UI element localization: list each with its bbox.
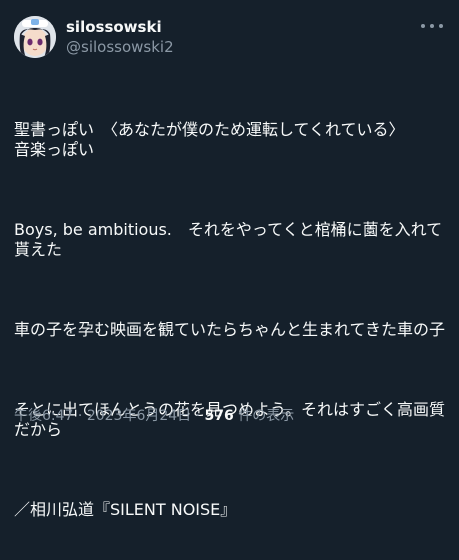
view-count: 576 bbox=[204, 408, 234, 424]
avatar-icon bbox=[14, 16, 56, 58]
author-display-name[interactable]: silossowski bbox=[66, 18, 174, 36]
tweet-time: 午後6:47 bbox=[14, 408, 74, 424]
tweet-date: 2023年6月24日 bbox=[86, 408, 192, 424]
more-dots-icon bbox=[421, 24, 425, 28]
tweet-meta: 午後6:47 · 2023年6月24日 · 576 件の表示 bbox=[14, 405, 294, 425]
view-label: 件の表示 bbox=[233, 408, 295, 424]
tweet: silossowski @silossowski2 聖書っぽい 〈あなたが僕のた… bbox=[0, 0, 459, 519]
more-dots-icon bbox=[439, 24, 443, 28]
separator: · bbox=[191, 408, 205, 424]
tweet-paragraph: Boys, be ambitious. それをやってくと棺桶に薗を入れて貰えた bbox=[14, 220, 443, 259]
tweet-header: silossowski @silossowski2 bbox=[14, 14, 445, 60]
more-options-button[interactable] bbox=[421, 18, 443, 34]
tweet-paragraph: ／相川弘道『SILENT NOISE』 bbox=[14, 500, 237, 519]
author-handle[interactable]: @silossowski2 bbox=[66, 38, 174, 56]
tweet-text: 聖書っぽい 〈あなたが僕のため運転してくれている〉 音楽っぽい Boys, be… bbox=[14, 80, 449, 560]
avatar[interactable] bbox=[14, 16, 56, 58]
tweet-time-link[interactable]: 午後6:47 · 2023年6月24日 bbox=[14, 408, 191, 424]
tweet-paragraph: 車の子を孕む映画を観ていたらちゃんと生まれてきた車の子 bbox=[14, 320, 446, 339]
separator: · bbox=[73, 408, 87, 424]
more-dots-icon bbox=[430, 24, 434, 28]
author-names: silossowski @silossowski2 bbox=[66, 18, 174, 56]
tweet-paragraph: 聖書っぽい 〈あなたが僕のため運転してくれている〉 音楽っぽい bbox=[14, 120, 405, 159]
